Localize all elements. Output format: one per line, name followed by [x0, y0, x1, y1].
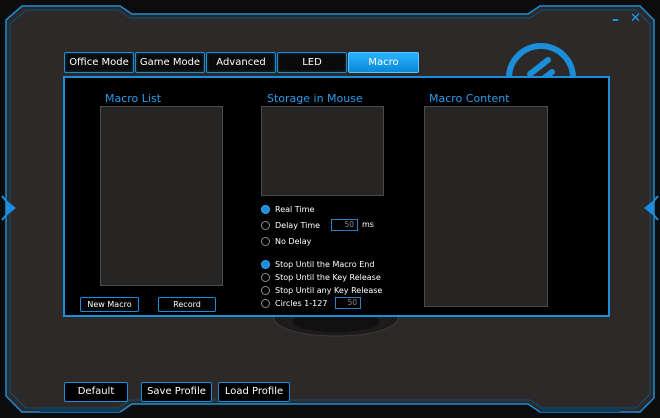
radio-circles[interactable]: Circles 1-127	[261, 297, 327, 310]
record-button[interactable]: Record	[158, 297, 216, 312]
radio-dot	[261, 299, 270, 308]
radio-dot	[261, 237, 270, 246]
radio-dot	[261, 221, 270, 230]
radio-label: Stop Until any Key Release	[275, 286, 383, 295]
close-button[interactable]: ✕	[630, 12, 641, 25]
load-profile-button[interactable]: Load Profile	[218, 382, 290, 402]
radio-dot	[261, 260, 270, 269]
radio-stop-macro-end[interactable]: Stop Until the Macro End	[261, 258, 374, 271]
tab-game-mode[interactable]: Game Mode	[135, 52, 205, 73]
radio-label: Circles 1-127	[275, 299, 328, 308]
radio-label: Stop Until the Key Release	[275, 273, 381, 282]
tab-led[interactable]: LED	[277, 52, 347, 73]
circles-input[interactable]: 50	[335, 297, 361, 309]
radio-dot	[261, 273, 270, 282]
tab-macro[interactable]: Macro	[348, 52, 419, 73]
new-macro-button[interactable]: New Macro	[80, 297, 139, 312]
radio-label: Real Time	[275, 205, 315, 214]
macro-content-list[interactable]	[424, 106, 548, 307]
macro-panel: Macro List Storage in Mouse Macro Conten…	[63, 76, 610, 317]
macro-list[interactable]	[100, 106, 223, 286]
radio-real-time[interactable]: Real Time	[261, 203, 314, 216]
radio-stop-any-key-release[interactable]: Stop Until any Key Release	[261, 284, 382, 297]
minimize-button[interactable]: –	[612, 13, 619, 27]
save-profile-button[interactable]: Save Profile	[141, 382, 212, 402]
macro-content-title: Macro Content	[429, 92, 510, 105]
radio-label: Delay Time	[275, 221, 321, 230]
radio-label: No Delay	[275, 237, 312, 246]
delay-unit-label: ms	[362, 220, 374, 229]
radio-delay-time[interactable]: Delay Time	[261, 219, 320, 232]
default-button[interactable]: Default	[64, 382, 128, 402]
tab-office-mode[interactable]: Office Mode	[64, 52, 134, 73]
storage-title: Storage in Mouse	[267, 92, 363, 105]
delay-time-input[interactable]: 50	[331, 219, 358, 231]
radio-no-delay[interactable]: No Delay	[261, 235, 311, 248]
radio-dot	[261, 286, 270, 295]
macro-list-title: Macro List	[105, 92, 162, 105]
radio-dot	[261, 205, 270, 214]
radio-stop-key-release[interactable]: Stop Until the Key Release	[261, 271, 381, 284]
storage-list[interactable]	[261, 106, 384, 196]
tab-advanced[interactable]: Advanced	[206, 52, 276, 73]
radio-label: Stop Until the Macro End	[275, 260, 375, 269]
